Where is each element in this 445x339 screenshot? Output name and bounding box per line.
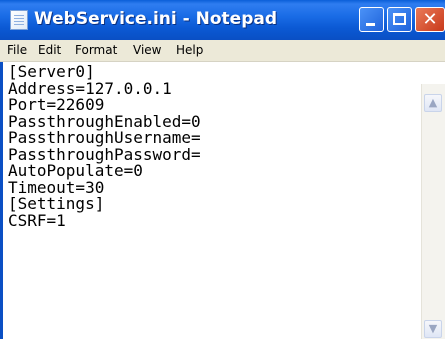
close-button[interactable]: ✕ bbox=[415, 7, 445, 32]
close-icon: ✕ bbox=[422, 9, 438, 30]
notepad-window: WebService.ini - Notepad ✕ File Edit For… bbox=[0, 0, 445, 339]
menu-help[interactable]: Help bbox=[176, 43, 203, 57]
maximize-icon bbox=[393, 13, 406, 25]
window-left-border bbox=[0, 62, 3, 339]
menu-view[interactable]: View bbox=[133, 43, 161, 57]
title-bar[interactable]: WebService.ini - Notepad ✕ bbox=[0, 0, 445, 40]
vertical-scrollbar[interactable]: ▲ ▼ bbox=[421, 84, 445, 339]
minimize-icon bbox=[366, 23, 375, 26]
minimize-button[interactable] bbox=[359, 7, 384, 32]
menu-bar: File Edit Format View Help bbox=[0, 40, 445, 62]
menu-file[interactable]: File bbox=[7, 43, 27, 57]
text-editor[interactable]: [Server0] Address=127.0.0.1 Port=22609 P… bbox=[6, 64, 421, 339]
editor-content[interactable]: [Server0] Address=127.0.0.1 Port=22609 P… bbox=[6, 64, 421, 229]
maximize-button[interactable] bbox=[387, 7, 412, 32]
window-title: WebService.ini - Notepad bbox=[34, 9, 277, 29]
scroll-down-arrow-icon[interactable]: ▼ bbox=[424, 320, 442, 338]
notepad-icon[interactable] bbox=[10, 10, 28, 30]
menu-edit[interactable]: Edit bbox=[38, 43, 61, 57]
menu-format[interactable]: Format bbox=[75, 43, 117, 57]
scroll-up-arrow-icon[interactable]: ▲ bbox=[424, 94, 442, 112]
